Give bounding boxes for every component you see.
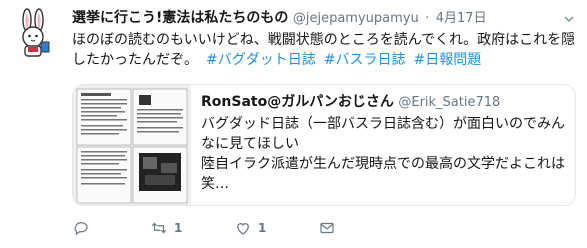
reply-icon [74,222,88,236]
quoted-tweet-text: バグダッド日誌（一部バスラ日誌含む）が面白いのでみんなに見てほしい 陸自イラク派… [201,116,565,192]
avatar[interactable] [8,8,60,60]
quoted-tweet-body: RonSato@ガルパンおじさん @Erik_Satie718 バグダッド日誌（… [201,93,571,194]
quoted-tweet-media[interactable] [73,85,191,205]
tweet-text: ほのぼの読むのもいいけどね、戦闘状態のところを読んでくれ。政府はこれを隠したかっ… [72,30,580,70]
hashtag-link[interactable]: #日報問題 [413,52,481,68]
user-handle[interactable]: @jejepamyupamyu [293,11,419,26]
retweet-icon [151,222,167,234]
display-name[interactable]: 選挙に行こう!憲法は私たちのもの [72,10,288,26]
quoted-tweet[interactable]: RonSato@ガルパンおじさん @Erik_Satie718 バグダッド日誌（… [72,84,576,206]
rabbit-avatar-icon [22,8,50,57]
heart-icon [237,223,249,235]
retweet-count: 1 [174,221,183,235]
direct-message-button[interactable] [318,218,336,238]
hashtag-link[interactable]: #バスラ日誌 [324,52,406,68]
retweet-button[interactable]: 1 [150,218,182,238]
quoted-tweet-header: RonSato@ガルパンおじさん @Erik_Satie718 [201,93,571,112]
quoted-display-name[interactable]: RonSato@ガルパンおじさん [201,94,394,110]
like-count: 1 [258,221,267,235]
tweet-header: 選挙に行こう!憲法は私たちのもの @jejepamyupamyu · 4月17日 [72,9,487,28]
hashtag-link[interactable]: #バグダット日誌 [206,52,316,68]
reply-button[interactable] [72,218,90,238]
envelope-icon [320,222,334,234]
separator-dot: · [425,11,430,26]
document-scans-image [73,85,191,205]
chevron-down-icon[interactable] [563,13,575,25]
tweet-date[interactable]: 4月17日 [436,11,487,26]
quoted-user-handle[interactable]: @Erik_Satie718 [398,95,500,110]
like-button[interactable]: 1 [234,218,266,238]
